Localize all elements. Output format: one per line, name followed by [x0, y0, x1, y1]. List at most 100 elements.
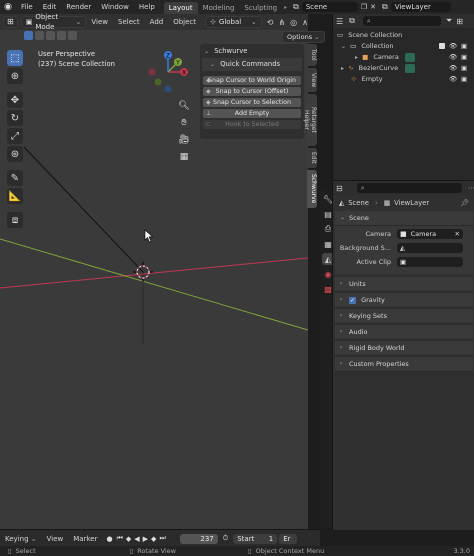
move-tool[interactable]: ✥ [7, 92, 23, 108]
add-cube-tool[interactable]: ⧈ [7, 212, 23, 228]
sidebar-tab-view[interactable]: View [307, 68, 317, 92]
select-extend-icon[interactable] [35, 31, 44, 40]
custom-properties-panel-header[interactable]: › Custom Properties [335, 357, 473, 372]
transform-tool[interactable]: ⊛ [7, 146, 23, 162]
pan-hand-icon[interactable]: ✋︎ [177, 116, 191, 130]
workspace-tab-layout[interactable]: Layout [163, 1, 198, 14]
measure-tool[interactable]: 📐 [7, 188, 23, 204]
timeline-menu-marker[interactable]: Marker [68, 532, 102, 546]
tree-item-camera[interactable]: ▸ ■ Camera 👁︎ ▣ [333, 52, 474, 63]
new-collection-icon[interactable]: ⊞ [456, 17, 463, 26]
filter-mode-icon[interactable]: ⧉ [349, 16, 355, 26]
camera-field[interactable]: ■ Camera ✕ [397, 229, 463, 239]
snap-cursor-selection-button[interactable]: ◈ Snap Cursor to Selection [203, 98, 301, 107]
proportional-edit-icon[interactable]: ◎ [290, 18, 297, 27]
active-clip-field[interactable]: ▣ [397, 257, 463, 267]
snap-icon[interactable]: ⋔ [278, 18, 285, 27]
options-menu-icon[interactable]: ⋯ [468, 184, 474, 192]
tree-item-scene-collection[interactable]: ▭ Scene Collection [333, 30, 474, 41]
transform-orientation-dropdown[interactable]: ⊹ Global ⌄ [205, 16, 262, 28]
tree-item-collection[interactable]: ⌄ ▭ Collection 👁︎ ▣ [333, 41, 474, 52]
scale-tool[interactable]: ⤢ [7, 128, 23, 144]
view-layer-selector[interactable]: ViewLayer [390, 2, 451, 12]
stopwatch-icon[interactable]: ⏱ [223, 534, 228, 543]
annotate-tool[interactable]: ✎ [7, 170, 23, 186]
clear-icon[interactable]: ✕ [455, 229, 460, 239]
background-scene-field[interactable]: ◭ [397, 243, 463, 253]
tree-item-empty[interactable]: ⊹ Empty 👁︎ ▣ [333, 74, 474, 85]
exclude-checkbox-icon[interactable] [439, 43, 445, 49]
proportional-falloff-icon[interactable]: ∧ [302, 18, 308, 27]
pin-icon[interactable]: 📌︎ [460, 199, 469, 207]
outliner-search-input[interactable]: ⌕ [362, 16, 441, 26]
outliner-editor-icon[interactable]: ☰ [336, 17, 343, 26]
camera-view-icon[interactable]: 🎥︎ [177, 133, 191, 147]
select-invert-icon[interactable] [57, 31, 66, 40]
eye-icon[interactable]: 👁︎ [449, 41, 457, 52]
chevron-right-icon[interactable]: ▸ [355, 54, 358, 61]
start-frame-field[interactable]: Start 1 [233, 533, 278, 544]
properties-search-input[interactable]: ⌕ [356, 183, 462, 193]
add-empty-button[interactable]: ⊥ Add Empty [203, 109, 301, 118]
filter-icon[interactable]: ⏷ [446, 16, 452, 26]
eye-icon[interactable]: 👁︎ [449, 63, 457, 74]
scene-new-icon[interactable]: ❐ [361, 3, 367, 11]
end-frame-field[interactable]: Er [279, 533, 298, 544]
workspace-tab-sculpting[interactable]: Sculpting [239, 2, 282, 14]
timeline-menu-view[interactable]: View [42, 532, 69, 546]
scene-close-icon[interactable]: ✕ [370, 3, 376, 11]
sidebar-tab-tool[interactable]: Tool [307, 44, 317, 66]
jump-end-icon[interactable]: ⏭ [159, 534, 165, 543]
gravity-checkbox[interactable]: ✓ [349, 297, 356, 304]
sidebar-tab-retarget-helper[interactable]: Retarget Helper [303, 94, 317, 146]
view-layer-icon[interactable]: ⧉ [382, 2, 388, 12]
scene-panel-header[interactable]: ⌄ Scene [335, 211, 473, 226]
viewport-menu-add[interactable]: Add [145, 15, 169, 29]
chevron-down-icon[interactable]: ⌄ [341, 43, 346, 50]
select-subtract-icon[interactable] [46, 31, 55, 40]
audio-panel-header[interactable]: › Audio [335, 325, 473, 340]
curve-data-icon[interactable] [405, 64, 415, 73]
record-icon[interactable]: ● [106, 535, 112, 543]
eye-icon[interactable]: 👁︎ [449, 52, 457, 63]
options-dropdown[interactable]: Options ⌄ [282, 31, 325, 43]
camera-data-icon[interactable] [405, 53, 415, 62]
snap-cursor-world-origin-button[interactable]: ◈ Snap Cursor to World Origin [203, 76, 301, 85]
workspace-tab-modeling[interactable]: Modeling [198, 2, 240, 14]
viewport-menu-object[interactable]: Object [168, 15, 201, 29]
select-set-icon[interactable] [24, 31, 33, 40]
select-intersect-icon[interactable] [68, 31, 77, 40]
eye-icon[interactable]: 👁︎ [449, 74, 457, 85]
play-reverse-icon[interactable]: ◀ [134, 535, 139, 543]
navigation-gizmo[interactable]: X Y Z [144, 48, 192, 96]
keying-sets-panel-header[interactable]: › Keying Sets [335, 309, 473, 324]
gravity-panel-header[interactable]: › ✓ Gravity [335, 293, 473, 308]
ortho-grid-icon[interactable]: ▦ [177, 150, 191, 164]
zoom-icon[interactable]: 🔍︎ [177, 99, 191, 113]
blender-logo-icon[interactable]: ◉ [0, 0, 16, 14]
scene-selector-icon[interactable]: ⧉ [293, 2, 299, 12]
workspace-tabs-overflow[interactable]: ▸ [284, 4, 287, 11]
rotate-tool[interactable]: ↻ [7, 110, 23, 126]
prev-keyframe-icon[interactable]: ◆ [126, 535, 131, 543]
sidebar-tab-schwurve[interactable]: Schwurve [307, 170, 317, 208]
play-icon[interactable]: ▶ [143, 535, 148, 543]
tree-item-beziercurve[interactable]: ▸ ∿ BezierCurve 👁︎ ▣ [333, 63, 474, 74]
schwurve-panel-header[interactable]: ⌄ Schwurve [200, 44, 304, 58]
next-keyframe-icon[interactable]: ◆ [151, 535, 156, 543]
snap-to-cursor-offset-button[interactable]: ◈ Snap to Cursor (Offset) [203, 87, 301, 96]
properties-editor-icon[interactable]: ⊟ [336, 184, 343, 193]
menu-help[interactable]: Help [134, 0, 160, 14]
quick-commands-header[interactable]: ⌄ Quick Commands [202, 58, 302, 71]
jump-start-icon[interactable]: ⏮ [117, 534, 123, 543]
scene-selector[interactable]: Scene [301, 2, 358, 12]
viewport-menu-view[interactable]: View [86, 15, 113, 29]
hook-to-selected-button[interactable]: ⊏ Hook to Selected [203, 120, 301, 129]
cursor-tool[interactable]: ⊕ [7, 68, 23, 84]
sidebar-tab-edit[interactable]: Edit [307, 148, 317, 168]
mode-dropdown[interactable]: ▣ Object Mode ⌄ [20, 13, 87, 31]
camera-restrict-icon[interactable]: ▣ [461, 52, 467, 63]
camera-restrict-icon[interactable]: ▣ [461, 41, 467, 52]
chevron-right-icon[interactable]: ▸ [341, 65, 344, 72]
viewport-menu-select[interactable]: Select [113, 15, 145, 29]
